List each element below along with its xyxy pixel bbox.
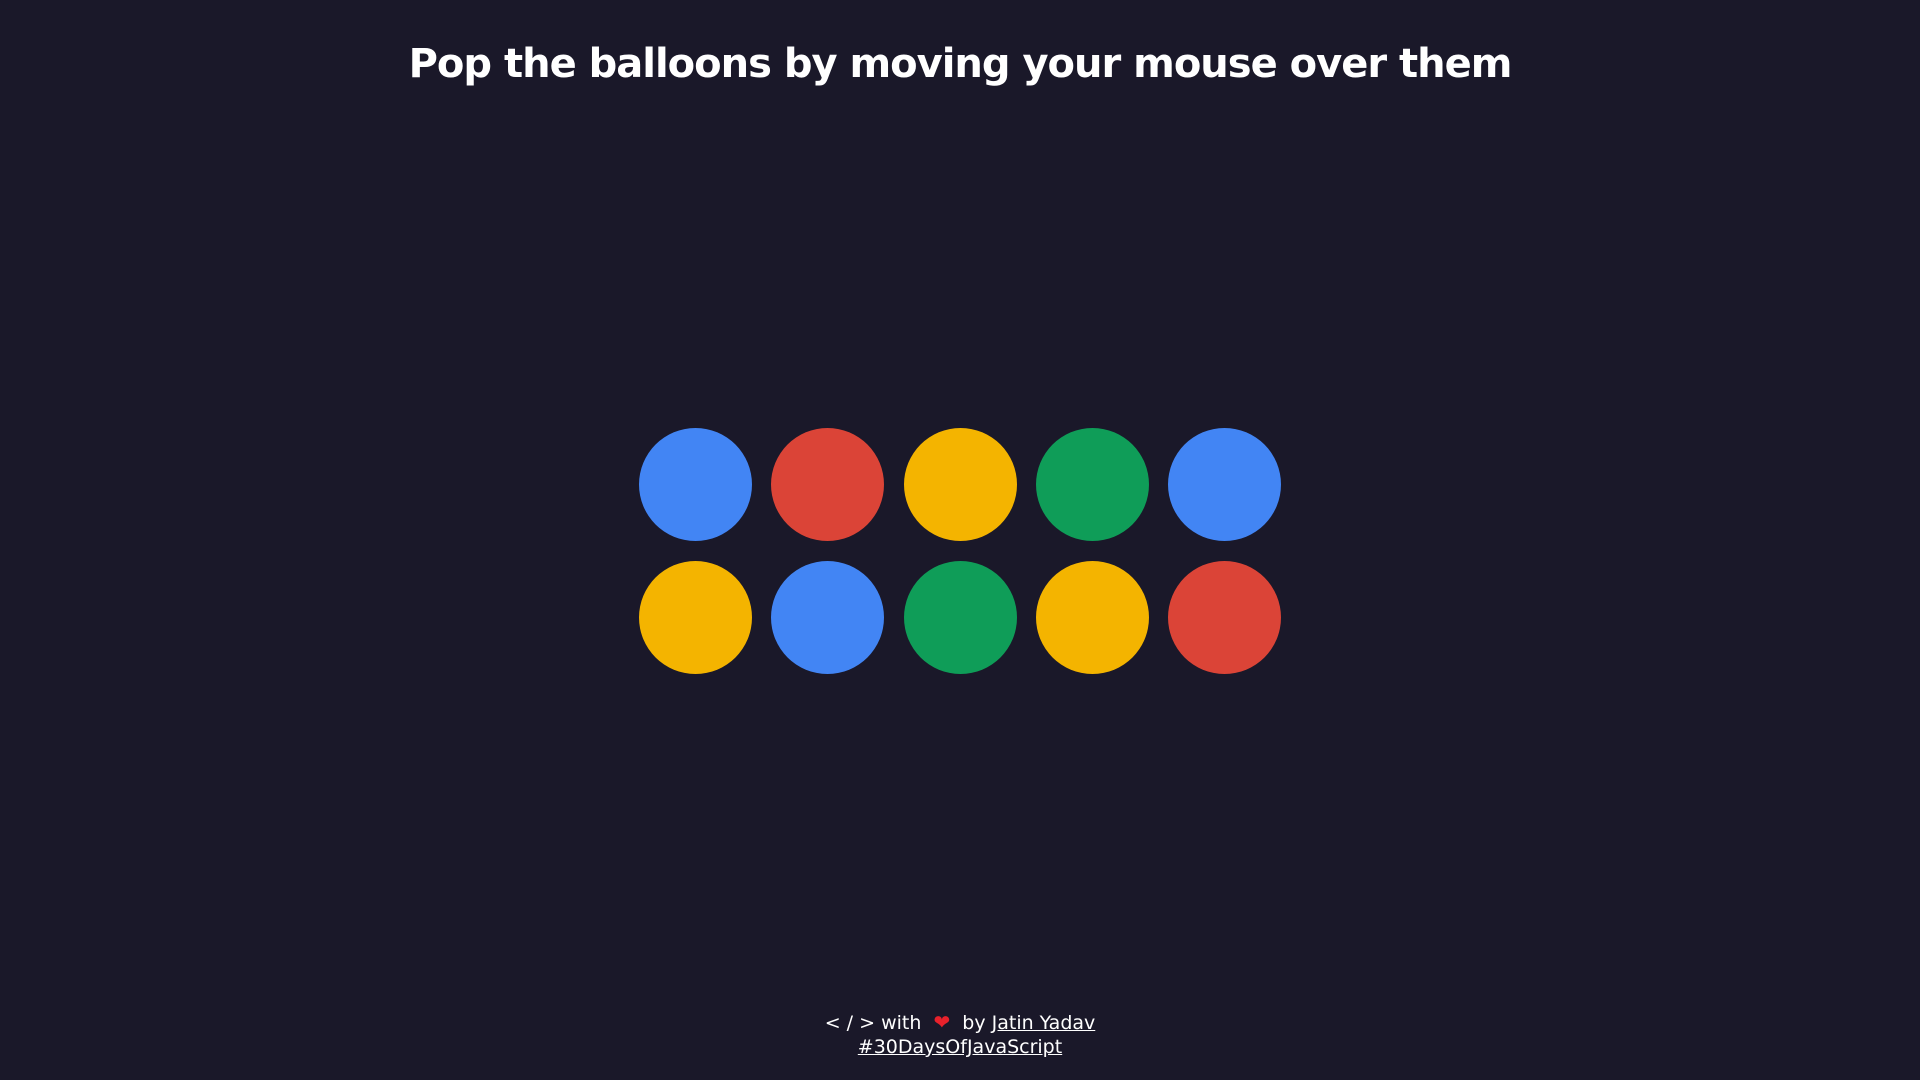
page: Pop the balloons by moving your mouse ov… xyxy=(0,0,1920,1080)
balloon[interactable] xyxy=(903,428,1017,541)
footer-credit-line: < / > with ❤ by Jatin Yadav xyxy=(0,1010,1920,1035)
balloon[interactable] xyxy=(1035,561,1149,674)
balloon[interactable] xyxy=(903,561,1017,674)
balloon[interactable] xyxy=(771,561,885,674)
by-text: by xyxy=(962,1012,986,1034)
balloon[interactable] xyxy=(639,428,752,541)
balloon[interactable] xyxy=(1168,428,1281,541)
page-title: Pop the balloons by moving your mouse ov… xyxy=(408,41,1513,87)
footer: < / > with ❤ by Jatin Yadav #30DaysOfJav… xyxy=(0,1010,1920,1059)
hashtag-link[interactable]: #30DaysOfJavaScript xyxy=(858,1036,1062,1058)
balloon[interactable] xyxy=(639,561,752,674)
code-symbol: < / > xyxy=(824,1012,876,1034)
author-link[interactable]: Jatin Yadav xyxy=(992,1012,1096,1034)
heart-icon: ❤ xyxy=(933,1010,951,1034)
balloon[interactable] xyxy=(1035,428,1149,541)
balloon[interactable] xyxy=(1168,561,1281,674)
balloon[interactable] xyxy=(771,428,885,541)
balloon-grid xyxy=(639,428,1281,674)
with-text: with xyxy=(881,1012,922,1034)
